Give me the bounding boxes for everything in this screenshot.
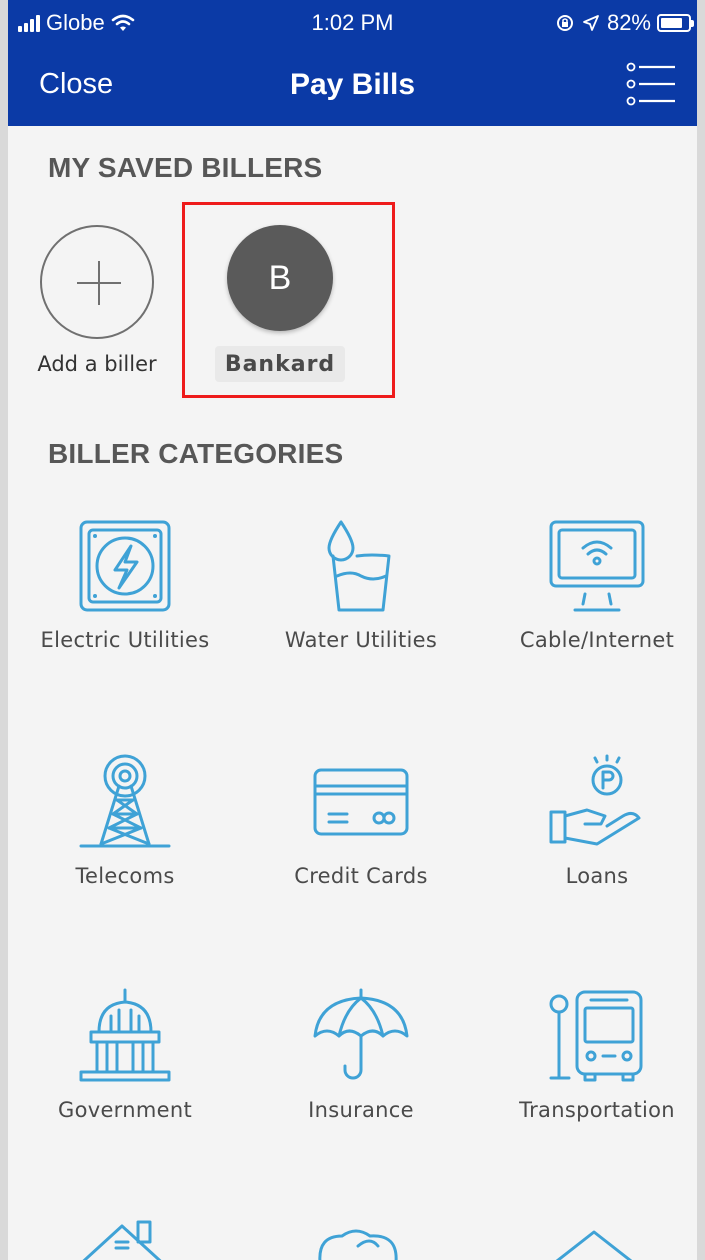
category-government[interactable]: Government: [10, 986, 240, 1122]
government-building-icon: [79, 988, 171, 1082]
battery-icon: [657, 14, 694, 32]
biller-categories-title: BILLER CATEGORIES: [48, 438, 344, 469]
electric-icon: [79, 520, 171, 612]
umbrella-icon: [313, 988, 409, 1080]
cable-internet-icon: [549, 520, 645, 612]
loan-coin-hand-icon: [549, 754, 641, 846]
category-label: Credit Cards: [294, 864, 428, 888]
category-label: Electric Utilities: [40, 628, 210, 652]
category-label: Telecoms: [75, 864, 175, 888]
category-electric-utilities[interactable]: Electric Utilities: [10, 516, 240, 652]
category-telecoms[interactable]: Telecoms: [10, 752, 240, 888]
phone-screen: Globe 1:02 PM 82% Close Pay Bills MY SAV…: [8, 0, 697, 1260]
add-biller-label: Add a biller: [37, 352, 157, 376]
battery-percent: 82%: [606, 10, 651, 35]
category-label: Insurance: [308, 1098, 414, 1122]
category-label: Loans: [565, 864, 629, 888]
cloud-heart-icon: [318, 1229, 398, 1260]
telecom-tower-icon: [79, 754, 171, 848]
saved-billers-title: MY SAVED BILLERS: [48, 152, 323, 183]
category-water-utilities[interactable]: Water Utilities: [246, 516, 476, 652]
category-label: Water Utilities: [284, 628, 438, 652]
location-arrow-icon: [583, 15, 599, 31]
orientation-lock-icon: [556, 15, 573, 31]
status-bar: Globe 1:02 PM 82%: [8, 0, 697, 46]
credit-card-icon: [313, 768, 409, 836]
add-biller-button[interactable]: [40, 225, 154, 339]
category-loans[interactable]: Loans: [482, 752, 697, 888]
water-icon: [327, 520, 391, 612]
category-label: Cable/Internet: [519, 628, 675, 652]
nav-bar: Close Pay Bills: [8, 46, 697, 126]
list-menu-icon[interactable]: [623, 58, 679, 110]
page-title: Pay Bills: [289, 68, 416, 101]
category-label: Government: [58, 1098, 192, 1122]
category-credit-cards[interactable]: Credit Cards: [246, 752, 476, 888]
roof-icon: [555, 1230, 633, 1260]
biller-avatar[interactable]: B: [227, 225, 333, 331]
category-cable-internet[interactable]: Cable/Internet: [482, 516, 697, 652]
bus-icon: [549, 990, 643, 1082]
status-right: 82%: [555, 10, 694, 36]
category-label: Transportation: [519, 1098, 675, 1122]
category-insurance[interactable]: Insurance: [246, 986, 476, 1122]
biller-name[interactable]: Bankard: [215, 346, 345, 382]
category-transportation[interactable]: Transportation: [482, 986, 697, 1122]
home-icon: [82, 1220, 162, 1260]
